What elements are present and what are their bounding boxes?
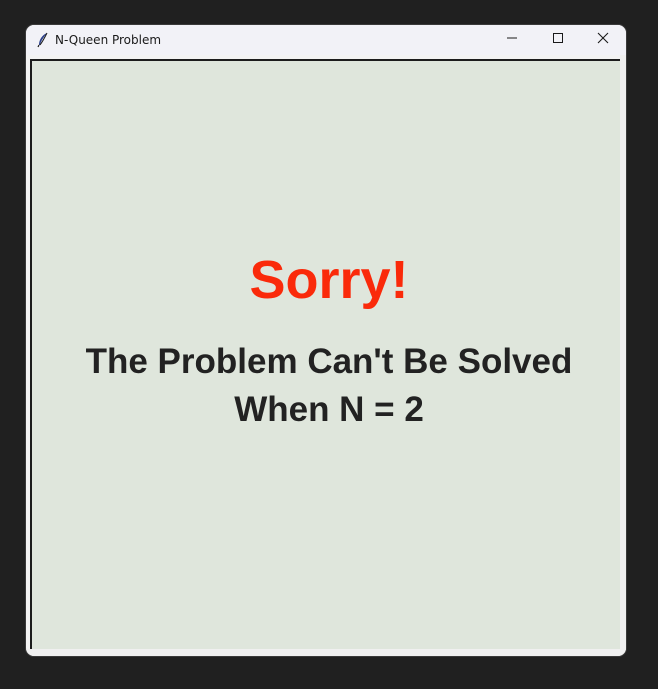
maximize-icon — [552, 31, 564, 49]
app-window: N-Queen Problem Sorry! The Problem Can't… — [26, 25, 626, 656]
minimize-icon — [506, 31, 518, 49]
minimize-button[interactable] — [489, 25, 535, 55]
message-line-1: The Problem Can't Be Solved — [85, 342, 573, 381]
maximize-button[interactable] — [535, 25, 581, 55]
title-bar[interactable]: N-Queen Problem — [26, 25, 626, 55]
message-canvas: Sorry! The Problem Can't Be Solved When … — [30, 59, 620, 649]
message-line-2: When N = 2 — [234, 390, 424, 429]
window-title: N-Queen Problem — [55, 33, 162, 47]
feather-icon — [36, 32, 50, 48]
close-button[interactable] — [580, 25, 626, 55]
window-bottom-border — [26, 649, 626, 656]
close-icon — [597, 31, 609, 49]
sorry-headline: Sorry! — [249, 250, 409, 310]
window-right-border — [620, 55, 626, 656]
